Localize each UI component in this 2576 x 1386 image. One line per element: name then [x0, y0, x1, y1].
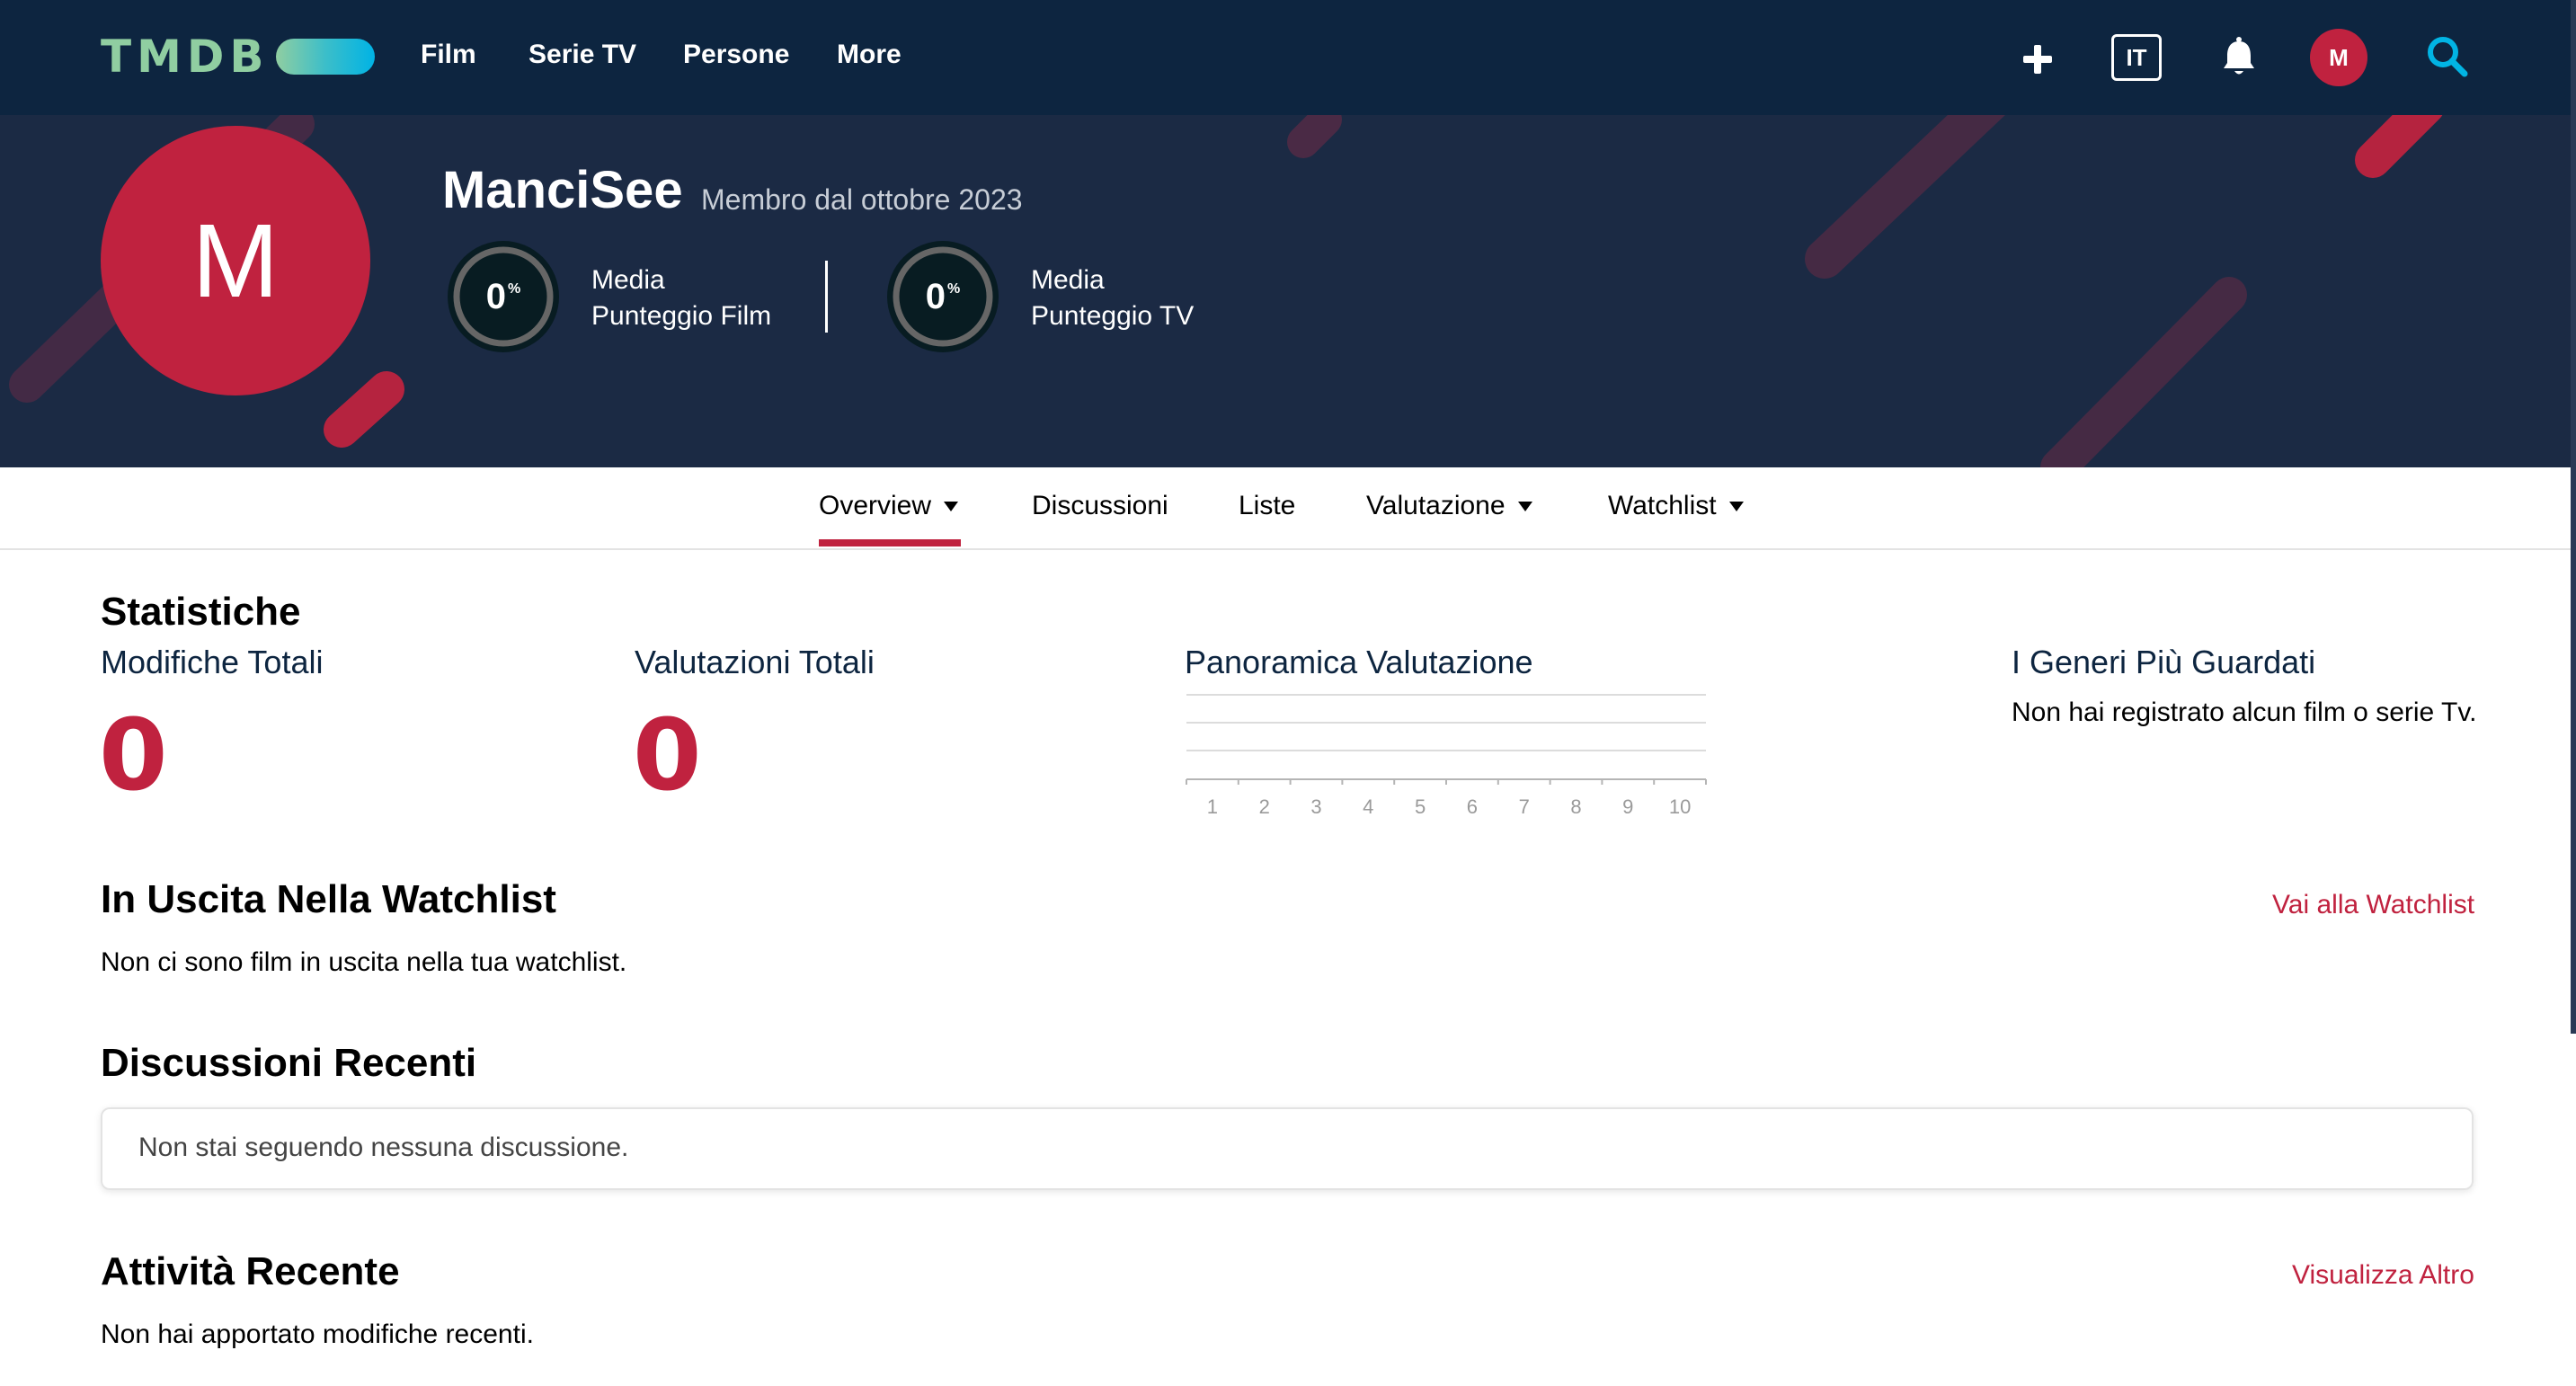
nav-people[interactable]: Persone: [683, 40, 789, 70]
logo-pill: [276, 39, 376, 75]
watchlist-heading: In Uscita Nella Watchlist: [101, 877, 556, 921]
rating-overview-chart: 1 2 3 4 5 6 7 8 9 10: [1186, 694, 1707, 818]
top-genres-empty: Non hai registrato alcun film o serie Tv…: [2012, 697, 2477, 727]
tv-score-value: 0: [925, 276, 946, 316]
profile-header: M ManciSee Membro dal ottobre 2023 0% Me…: [0, 115, 2576, 467]
watchlist-empty: Non ci sono film in uscita nella tua wat…: [101, 947, 627, 977]
chart-tick-label: 2: [1259, 795, 1270, 818]
chart-tick-label: 7: [1519, 795, 1530, 818]
film-score-unit: %: [508, 281, 521, 297]
nav-film[interactable]: Film: [421, 40, 476, 70]
caret-down-icon: [1728, 501, 1744, 511]
film-score-label: Media Punteggio Film: [591, 262, 771, 334]
go-to-watchlist-link[interactable]: Vai alla Watchlist: [2272, 890, 2474, 920]
chart-tick-label: 5: [1415, 795, 1426, 818]
profile-avatar: M: [101, 126, 370, 395]
member-since: Membro dal ottobre 2023: [701, 183, 1023, 216]
caret-down-icon: [1517, 501, 1532, 511]
bell-icon[interactable]: [2216, 34, 2261, 81]
tab-overview-label: Overview: [819, 491, 932, 520]
tab-discussions-label: Discussioni: [1032, 491, 1168, 520]
total-ratings-value: 0: [633, 697, 702, 813]
tab-lists[interactable]: Liste: [1239, 491, 1295, 521]
total-edits-label: Modifiche Totali: [101, 644, 324, 680]
discussions-box: Non stai seguendo nessuna discussione.: [101, 1107, 2474, 1190]
chart-tick-label: 3: [1310, 795, 1321, 818]
chart-tick-label: 8: [1570, 795, 1581, 818]
caret-down-icon: [944, 501, 959, 511]
tmdb-logo[interactable]: TMDB: [101, 31, 376, 83]
chart-tick-label: 1: [1207, 795, 1218, 818]
active-tab-indicator: [819, 539, 961, 546]
film-score-ring: 0%: [448, 241, 559, 352]
user-avatar[interactable]: M: [2310, 29, 2367, 86]
plus-icon[interactable]: [2017, 34, 2056, 79]
stats-heading: Statistiche: [101, 590, 301, 634]
top-genres-label: I Generi Più Guardati: [2012, 644, 2316, 680]
discussions-heading: Discussioni Recenti: [101, 1041, 477, 1085]
top-navbar: TMDB Film Serie TV Persone More IT M: [0, 0, 2576, 115]
tab-lists-label: Liste: [1239, 491, 1296, 520]
total-edits-value: 0: [99, 697, 168, 813]
window-edge: [2571, 0, 2576, 1034]
nav-tv-series[interactable]: Serie TV: [529, 40, 636, 70]
search-icon[interactable]: [2423, 32, 2474, 83]
nav-more[interactable]: More: [837, 40, 902, 70]
tab-overview[interactable]: Overview: [819, 491, 959, 521]
chart-tick-label: 6: [1467, 795, 1478, 818]
film-score-line1: Media: [591, 265, 665, 295]
view-more-link[interactable]: Visualizza Altro: [2292, 1260, 2474, 1291]
logo-text: TMDB: [101, 31, 270, 83]
header-decoration: [9, 115, 2443, 467]
username[interactable]: ManciSee: [442, 160, 683, 220]
tab-discussions[interactable]: Discussioni: [1032, 491, 1168, 521]
tv-score-ring: 0%: [887, 241, 999, 352]
total-ratings-label: Valutazioni Totali: [635, 644, 875, 680]
tv-score-label: Media Punteggio TV: [1031, 262, 1194, 334]
film-score-line2: Punteggio Film: [591, 301, 772, 331]
score-divider: [825, 261, 828, 333]
language-button[interactable]: IT: [2111, 34, 2162, 81]
discussions-empty: Non stai seguendo nessuna discussione.: [138, 1133, 629, 1162]
profile-tabs: Overview Discussioni Liste Valutazione W…: [0, 467, 2576, 550]
film-score-value: 0: [485, 276, 506, 316]
tab-ratings[interactable]: Valutazione: [1366, 491, 1532, 521]
tab-watchlist-label: Watchlist: [1608, 491, 1717, 520]
tv-score-line1: Media: [1031, 265, 1105, 295]
tv-score-unit: %: [947, 281, 961, 297]
chart-tick-label: 4: [1363, 795, 1373, 818]
activity-heading: Attività Recente: [101, 1249, 400, 1293]
tab-ratings-label: Valutazione: [1366, 491, 1506, 520]
chart-tick-label: 10: [1669, 795, 1691, 818]
activity-empty: Non hai apportato modifiche recenti.: [101, 1319, 534, 1349]
chart-tick-label: 9: [1622, 795, 1633, 818]
tab-watchlist[interactable]: Watchlist: [1608, 491, 1744, 521]
tv-score-line2: Punteggio TV: [1031, 301, 1195, 331]
